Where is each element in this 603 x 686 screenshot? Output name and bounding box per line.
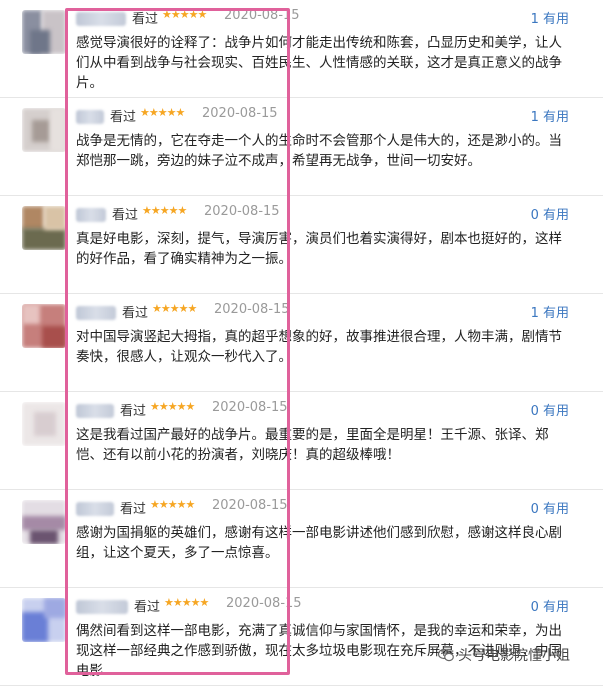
review-date: 2020-08-15	[204, 204, 280, 219]
wechat-icon	[438, 648, 454, 662]
review-item: 看过 ★★★★★ 2020-08-15 1 有用战争是无情的，它在夺走一个人的生命时不…	[0, 98, 603, 196]
watched-label: 看过	[120, 404, 147, 419]
watched-label: 看过	[122, 306, 149, 321]
username-blurred[interactable]	[76, 12, 126, 26]
review-date: 2020-08-15	[202, 106, 278, 121]
review-date: 2020-08-15	[212, 400, 288, 415]
username-blurred[interactable]	[76, 208, 106, 222]
watched-label: 看过	[110, 110, 137, 125]
review-text: 感觉导演很好的诠释了：战争片如何才能走出传统和陈套，凸显历史和美学，让人们从中看…	[76, 35, 562, 91]
watermark: 头号电影院懂小姐	[438, 645, 570, 665]
useful-vote-link[interactable]: 1 有用	[531, 302, 569, 321]
review-text: 这是我看过国产最好的战争片。最重要的是，里面全是明星！王千源、张译、郑恺、还有以…	[76, 427, 549, 463]
rating-stars: ★★★★★	[150, 498, 195, 511]
watched-label: 看过	[120, 502, 147, 517]
watched-label: 看过	[132, 12, 159, 27]
review-item: 看过 ★★★★★ 2020-08-15 0 有用真是好电影，深刻，提气，导演厉害，演员…	[0, 196, 603, 294]
watched-label: 看过	[112, 208, 139, 223]
avatar[interactable]	[22, 108, 66, 152]
username-blurred[interactable]	[76, 404, 114, 418]
useful-vote-link[interactable]: 1 有用	[531, 8, 569, 27]
avatar[interactable]	[22, 598, 66, 642]
review-item: 看过 ★★★★★ 2020-08-15 1 有用感觉导演很好的诠释了：战争片如何才能走…	[0, 0, 603, 98]
review-date: 2020-08-15	[212, 498, 288, 513]
rating-stars: ★★★★★	[162, 8, 207, 21]
review-date: 2020-08-15	[214, 302, 290, 317]
review-text: 感谢为国捐躯的英雄们，感谢有这样一部电影讲述他们感到欣慰，感谢这样良心剧组，让这…	[76, 525, 562, 561]
avatar[interactable]	[22, 402, 66, 446]
rating-stars: ★★★★★	[150, 400, 195, 413]
useful-vote-link[interactable]: 0 有用	[531, 400, 569, 419]
review-item: 看过 ★★★★★ 2020-08-15 1 有用对中国导演竖起大拇指，真的超乎想象的好…	[0, 294, 603, 392]
review-text: 战争是无情的，它在夺走一个人的生命时不会管那个人是伟大的，还是渺小的。当郑恺那一…	[76, 133, 562, 169]
avatar[interactable]	[22, 10, 66, 54]
review-text: 对中国导演竖起大拇指，真的超乎想象的好，故事推进很合理，人物丰满，剧情节奏快，很…	[76, 329, 562, 365]
avatar[interactable]	[22, 500, 66, 544]
username-blurred[interactable]	[76, 600, 128, 614]
useful-vote-link[interactable]: 0 有用	[531, 498, 569, 517]
useful-vote-link[interactable]: 0 有用	[531, 596, 569, 615]
rating-stars: ★★★★★	[140, 106, 185, 119]
review-date: 2020-08-15	[226, 596, 302, 611]
watermark-text: 头号电影院懂小姐	[458, 648, 570, 664]
review-item: 看过 ★★★★★ 2020-08-15 0 有用感谢为国捐躯的英雄们，感谢有这样一部电…	[0, 490, 603, 588]
useful-vote-link[interactable]: 1 有用	[531, 106, 569, 125]
username-blurred[interactable]	[76, 306, 116, 320]
rating-stars: ★★★★★	[142, 204, 187, 217]
review-item: 看过 ★★★★★ 2020-08-15 0 有用这是我看过国产最好的战争片。最重要的是…	[0, 392, 603, 490]
review-text: 真是好电影，深刻，提气，导演厉害，演员们也着实演得好，剧本也挺好的，这样的好作品…	[76, 231, 562, 267]
review-date: 2020-08-15	[224, 8, 300, 23]
avatar[interactable]	[22, 304, 66, 348]
rating-stars: ★★★★★	[152, 302, 197, 315]
review-item: 看过 ★★★★★ 2020-08-15 0 有用 偶然间看到这样一部电影，充满了真诚信仰…	[0, 588, 603, 686]
watched-label: 看过	[134, 600, 161, 615]
useful-vote-link[interactable]: 0 有用	[531, 204, 569, 223]
avatar[interactable]	[22, 206, 66, 250]
username-blurred[interactable]	[76, 502, 114, 516]
rating-stars: ★★★★★	[164, 596, 209, 609]
username-blurred[interactable]	[76, 110, 104, 124]
